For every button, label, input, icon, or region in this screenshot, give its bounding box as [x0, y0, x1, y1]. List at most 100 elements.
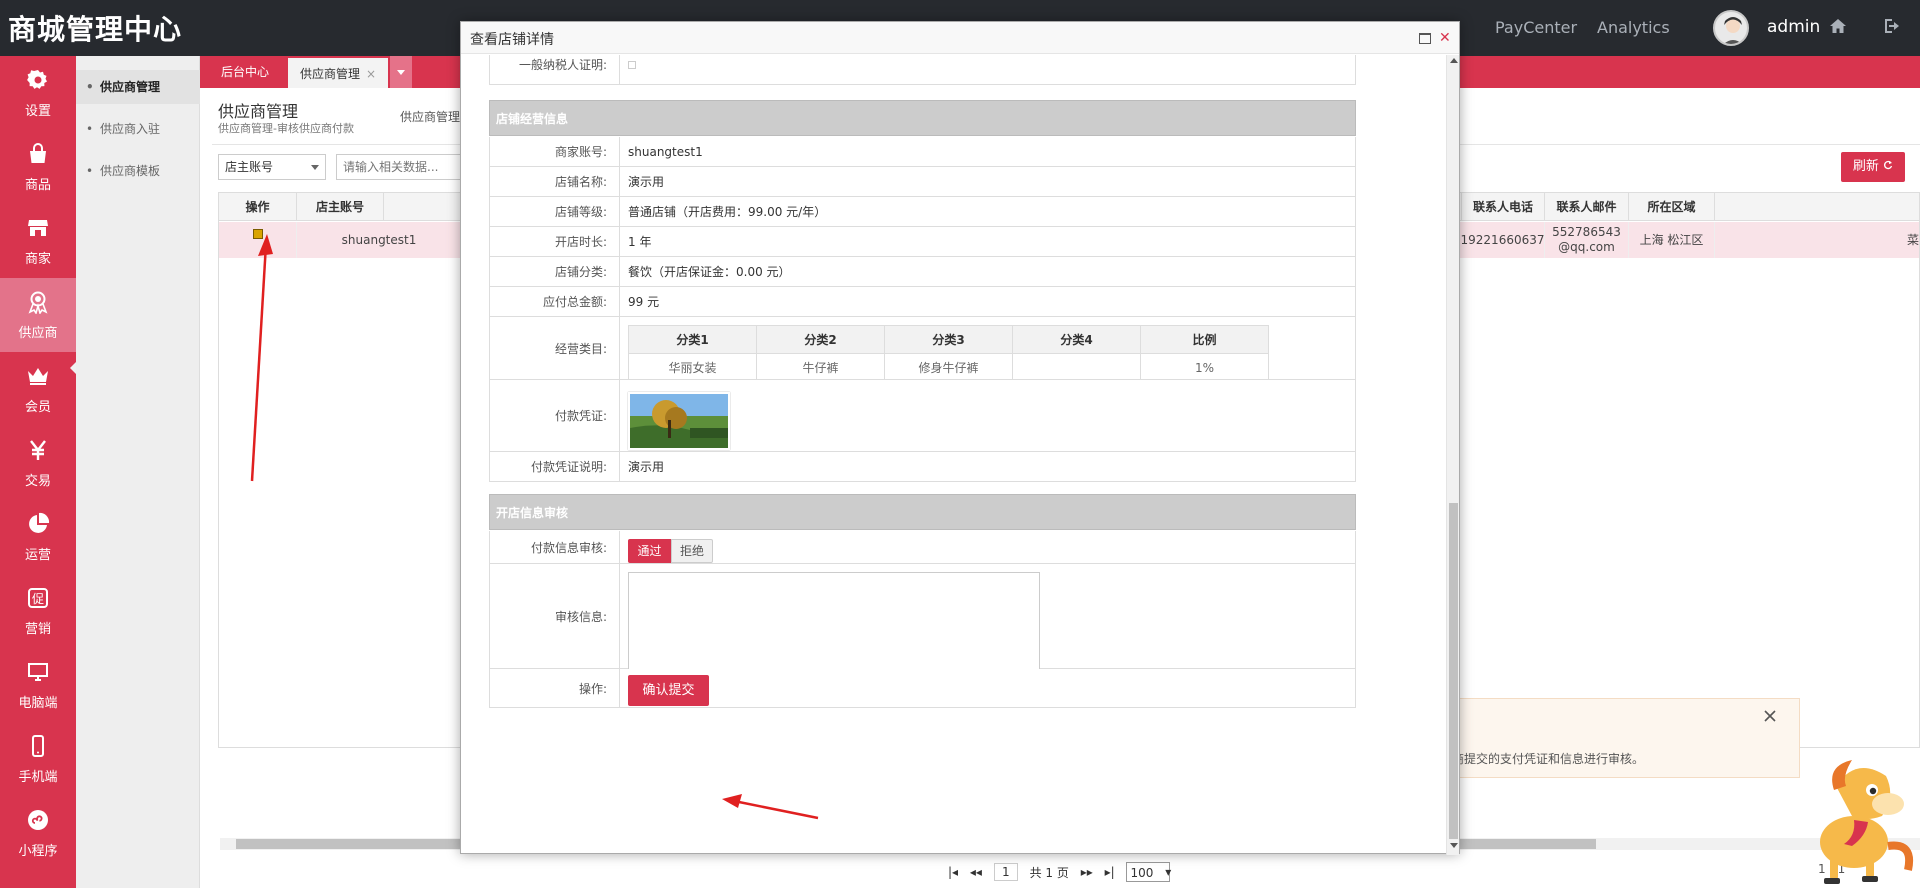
nav-item-mobile[interactable]: 手机端	[0, 722, 76, 796]
field-value: 餐饮（开店保证金：0.00 元）	[628, 265, 791, 279]
confirm-submit-button[interactable]: 确认提交	[628, 675, 709, 706]
admin-username[interactable]: admin	[1767, 17, 1820, 37]
field-value: 普通店铺（开店费用：99.00 元/年）	[628, 205, 827, 219]
nav-item-pc[interactable]: 电脑端	[0, 648, 76, 722]
page-number-input[interactable]: 1	[993, 863, 1018, 881]
scroll-up-icon[interactable]	[1450, 58, 1458, 63]
col-header-email[interactable]: 联系人邮件	[1545, 193, 1629, 221]
nav-item-settings[interactable]: 设置	[0, 56, 76, 130]
cat-cell	[1012, 353, 1141, 382]
nav-label: 手机端	[18, 770, 58, 785]
row-email-cell: 552786543@qq.com	[1545, 222, 1629, 258]
vertical-scrollbar[interactable]	[1446, 55, 1459, 855]
nav-item-operation[interactable]: 运营	[0, 500, 76, 574]
nav-item-member[interactable]: 会员	[0, 352, 76, 426]
subnav-item-supplier-template[interactable]: 供应商模板	[76, 154, 200, 188]
tab-more-dropdown[interactable]	[390, 56, 412, 88]
first-page-icon[interactable]: |◂	[948, 865, 958, 879]
reject-button[interactable]: 拒绝	[671, 539, 713, 563]
tab-supplier[interactable]: 供应商管理 ×	[288, 56, 388, 88]
nav-item-merchant[interactable]: 商家	[0, 204, 76, 278]
logout-icon[interactable]	[1882, 16, 1902, 36]
edit-icon[interactable]	[252, 229, 263, 239]
left-nav: 设置 商品 商家 供应商 会员 交易 运营 促 营销 电脑端 手机端 小程序	[0, 56, 77, 888]
subnav-item-supplier-join[interactable]: 供应商入驻	[76, 112, 200, 146]
form-row: 商家账号: shuangtest1	[489, 137, 1356, 167]
category-table: 分类1 分类2 分类3 分类4 比例 华丽女装 牛仔裤 修身牛仔裤 1%	[628, 325, 1269, 382]
scrollbar-thumb[interactable]	[1449, 503, 1458, 839]
col-header-region[interactable]: 所在区域	[1629, 193, 1715, 221]
nav-item-miniapp[interactable]: 小程序	[0, 796, 76, 870]
checkbox[interactable]	[628, 60, 636, 69]
page-size-select[interactable]: 100 ▾	[1126, 862, 1171, 882]
field-label: 应付总金额:	[490, 287, 620, 316]
close-icon[interactable]: ✕	[1439, 30, 1451, 46]
paycenter-link[interactable]: PayCenter	[1495, 18, 1577, 37]
field-label: 店铺名称:	[490, 167, 620, 196]
nav-label: 交易	[24, 474, 51, 489]
field-value	[628, 55, 636, 84]
avatar[interactable]	[1713, 10, 1749, 46]
form-row-audit: 付款信息审核: 通过 拒绝	[489, 531, 1356, 564]
svg-text:促: 促	[32, 592, 44, 606]
subnav-item-supplier-manage[interactable]: 供应商管理	[76, 70, 200, 104]
pass-button[interactable]: 通过	[628, 539, 671, 563]
last-page-icon[interactable]: ▸|	[1105, 865, 1115, 879]
page-title: 供应商管理	[218, 102, 299, 121]
dialog-title: 查看店铺详情	[470, 32, 554, 48]
refresh-button[interactable]: 刷新	[1841, 152, 1905, 182]
nav-label: 小程序	[18, 844, 58, 859]
row-account-cell: shuangtest1	[341, 232, 417, 247]
brand-title: 商城管理中心	[8, 13, 183, 46]
close-icon[interactable]: ×	[366, 67, 376, 81]
col-header-action[interactable]: 操作	[219, 193, 297, 221]
nav-label: 商家	[24, 252, 51, 267]
field-label: 开店时长:	[490, 227, 620, 256]
review-textarea[interactable]	[628, 572, 1040, 682]
home-icon[interactable]	[1828, 16, 1848, 36]
filter-select[interactable]: 店主账号	[218, 154, 326, 180]
form-row-categories: 经营类目: 分类1 分类2 分类3 分类4 比例 华丽女装 牛仔裤 修身牛仔裤 …	[489, 317, 1356, 382]
promo-icon: 促	[28, 588, 48, 608]
scroll-down-icon[interactable]	[1450, 843, 1458, 848]
form-row-voucher: 付款凭证:	[489, 380, 1356, 452]
store-detail-dialog: 查看店铺详情 ✕ 一般纳税人证明: 店铺经营信息 商家账号: shuangtes…	[460, 21, 1460, 855]
miniapp-icon	[28, 810, 48, 830]
row-extra-cell: 菜	[1906, 232, 1919, 247]
analytics-link[interactable]: Analytics	[1597, 18, 1670, 37]
field-label: 审核信息:	[490, 564, 620, 668]
col-header-blank	[383, 193, 469, 221]
mascot-horse-image	[1820, 760, 1913, 884]
gear-icon	[27, 70, 47, 89]
next-page-icon[interactable]: ▸▸	[1081, 865, 1093, 879]
field-label: 付款信息审核:	[490, 531, 620, 563]
crown-icon	[28, 368, 48, 385]
prev-page-icon[interactable]: ◂◂	[970, 865, 982, 879]
form-row: 开店时长: 1 年	[489, 227, 1356, 257]
pie-icon	[29, 512, 50, 533]
col-header-account[interactable]: 店主账号	[297, 193, 383, 221]
page-subtitle: 供应商管理-审核供应商付款	[218, 122, 354, 135]
refresh-icon	[1884, 160, 1893, 170]
tab-home[interactable]: 后台中心	[210, 56, 280, 88]
voucher-image[interactable]	[628, 392, 730, 450]
cat-cell: 1%	[1140, 353, 1269, 382]
nav-item-supplier[interactable]: 供应商	[0, 278, 76, 352]
page-breadcrumb: 供应商管理	[400, 110, 461, 124]
cat-cell: 牛仔裤	[756, 353, 885, 382]
nav-item-trade[interactable]: 交易	[0, 426, 76, 500]
nav-item-marketing[interactable]: 促 营销	[0, 574, 76, 648]
maximize-icon[interactable]	[1419, 33, 1431, 44]
page-total: 共 1 页	[1029, 865, 1069, 880]
chevron-down-icon	[397, 70, 405, 75]
cat-header: 比例	[1140, 325, 1269, 354]
nav-item-goods[interactable]: 商品	[0, 130, 76, 204]
form-row-review: 审核信息:	[489, 564, 1356, 682]
form-row: 付款凭证说明: 演示用	[489, 452, 1356, 482]
refresh-label: 刷新	[1852, 159, 1879, 174]
cat-header: 分类2	[756, 325, 885, 354]
col-header-phone[interactable]: 联系人电话	[1461, 193, 1545, 221]
field-label: 一般纳税人证明:	[490, 55, 620, 84]
field-label: 店铺分类:	[490, 257, 620, 286]
close-icon[interactable]	[1762, 708, 1778, 724]
